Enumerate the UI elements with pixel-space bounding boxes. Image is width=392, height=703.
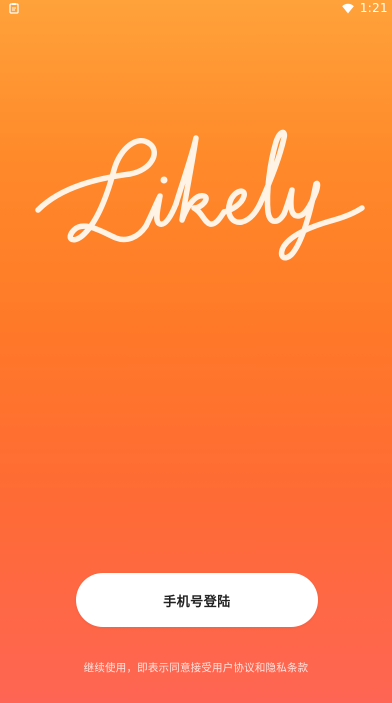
- status-bar: 1:21: [0, 0, 392, 16]
- likely-logo: Likely: [22, 108, 370, 268]
- likely-logo-script: [35, 129, 365, 261]
- login-screen: 1:21 Likely 手机号登陆 继续使用，即表示同意接: [0, 0, 392, 703]
- status-right-group: 1:21: [342, 0, 388, 16]
- status-time: 1:21: [359, 1, 388, 15]
- clipboard-icon: [9, 3, 19, 14]
- phone-login-button[interactable]: 手机号登陆: [76, 573, 318, 627]
- terms-agreement-text: 继续使用，即表示同意接受用户协议和隐私条款: [83, 662, 309, 674]
- logo-text: Likely: [22, 268, 23, 269]
- wifi-icon: [342, 3, 354, 14]
